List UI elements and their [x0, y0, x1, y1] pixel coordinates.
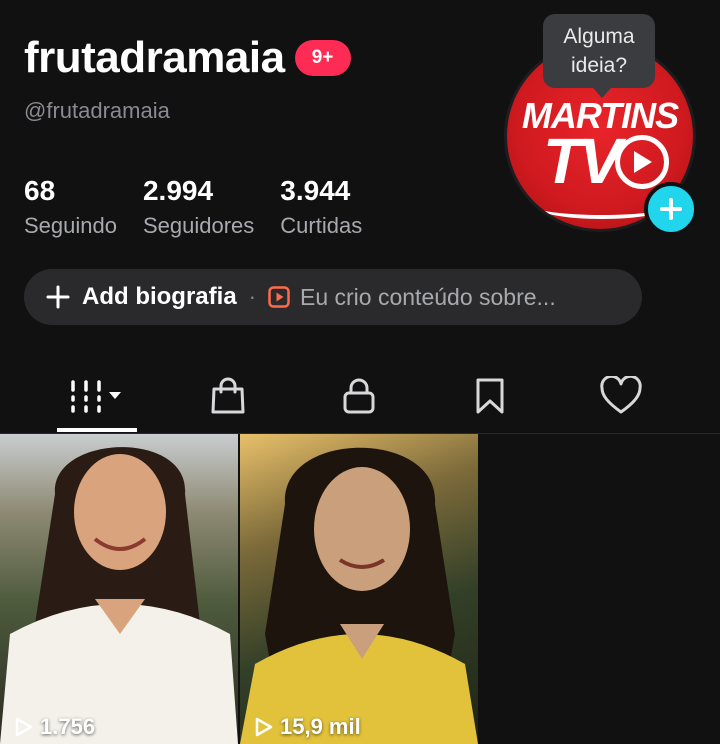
bio-separator: · — [248, 284, 256, 309]
username[interactable]: frutadramaia — [24, 36, 285, 80]
add-avatar-button[interactable] — [644, 182, 698, 236]
stat-followers[interactable]: 2.994 Seguidores — [142, 175, 255, 239]
add-bio-button[interactable]: Add biografia · Eu crio conteúdo sobre..… — [24, 269, 642, 325]
play-icon — [15, 717, 33, 737]
profile-tabs — [0, 360, 720, 434]
video-grid: 1.756 15,9 mil — [0, 434, 720, 744]
view-count: 1.756 — [14, 714, 95, 740]
play-icon — [255, 717, 273, 737]
play-circle-icon — [615, 135, 669, 189]
video-thumbnail[interactable]: 15,9 mil — [240, 434, 478, 744]
stat-value: 68 — [24, 175, 56, 206]
tab-shop[interactable] — [188, 360, 268, 432]
bio-suggestion: Eu crio conteúdo sobre... — [300, 283, 556, 310]
plus-icon — [46, 285, 70, 309]
stat-label: Seguindo — [24, 212, 117, 238]
video-play-icon — [268, 286, 290, 308]
view-count-text: 1.756 — [40, 714, 96, 739]
profile-page: frutadramaia 9+ @frutadramaia 68 Seguind… — [0, 0, 720, 744]
stat-label: Seguidores — [142, 212, 255, 238]
stat-likes[interactable]: 3.944 Curtidas — [280, 175, 363, 239]
person-thumbnail-image — [0, 447, 238, 744]
notification-badge[interactable]: 9+ — [294, 40, 351, 76]
stat-value: 2.994 — [142, 175, 214, 206]
video-thumbnail[interactable]: 1.756 — [0, 434, 238, 744]
shopping-bag-icon — [211, 377, 245, 414]
bookmark-icon — [476, 378, 504, 414]
stat-following[interactable]: 68 Seguindo — [24, 175, 117, 239]
tab-videos[interactable] — [57, 360, 137, 432]
active-tab-indicator — [57, 428, 137, 432]
avatar-tooltip: Alguma ideia? — [543, 14, 655, 98]
heart-icon — [600, 376, 642, 414]
videos-grid-icon — [71, 380, 121, 413]
avatar-logo-line2: TV — [543, 125, 622, 197]
lock-icon — [343, 378, 375, 414]
user-handle: @frutadramaia — [24, 98, 170, 123]
view-count: 15,9 mil — [254, 714, 361, 740]
chevron-down-icon — [109, 392, 121, 399]
username-row: frutadramaia 9+ — [24, 36, 351, 80]
tab-private[interactable] — [319, 360, 399, 432]
add-bio-label: Add biografia — [82, 283, 237, 310]
profile-stats: 68 Seguindo 2.994 Seguidores 3.944 Curti… — [24, 175, 363, 239]
plus-icon — [660, 198, 682, 220]
person-thumbnail-image — [240, 447, 478, 744]
stat-label: Curtidas — [280, 212, 363, 238]
tab-liked[interactable] — [581, 360, 661, 432]
stat-value: 3.944 — [280, 175, 351, 206]
tab-saved[interactable] — [450, 360, 530, 432]
view-count-text: 15,9 mil — [280, 714, 361, 739]
